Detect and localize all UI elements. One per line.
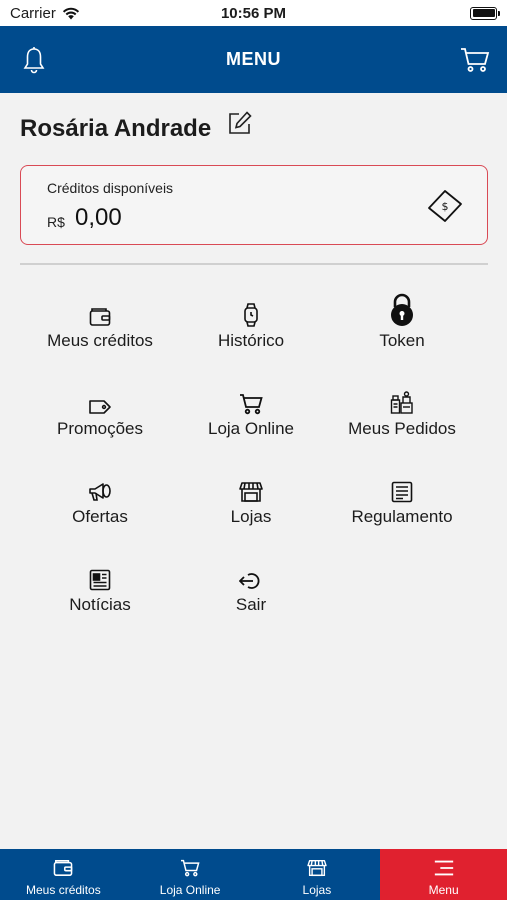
tab-label: Menu <box>428 882 459 897</box>
menu-item-label: Loja Online <box>207 419 294 438</box>
wallet-icon <box>89 308 111 326</box>
credits-label: Créditos disponíveis <box>47 180 174 196</box>
menu-item-label: Histórico <box>217 331 285 350</box>
tab-label: Meus créditos <box>26 882 101 897</box>
carrier-label: Carrier <box>10 4 56 22</box>
user-name: Rosária Andrade <box>20 115 212 142</box>
credits-currency: R$ <box>47 214 65 230</box>
user-row: Rosária Andrade <box>20 111 255 143</box>
status-bar: Carrier 10:56 PM <box>0 0 507 26</box>
menu-item-historico[interactable]: Histórico <box>176 293 326 373</box>
menu-item-promocoes[interactable]: Promoções <box>25 381 175 461</box>
cart-icon <box>181 859 200 876</box>
padlock-icon <box>391 293 413 326</box>
menu-item-label: Token <box>379 331 425 350</box>
tag-icon <box>89 400 111 414</box>
menu-item-lojas[interactable]: Lojas <box>176 469 326 549</box>
wallet-icon <box>54 859 73 876</box>
tab-menu[interactable]: Menu <box>380 849 507 900</box>
menu-item-label: Meus Pedidos <box>348 419 456 438</box>
menu-item-label: Promoções <box>57 419 143 438</box>
tab-lojas[interactable]: Lojas <box>254 849 381 900</box>
divider <box>20 263 488 265</box>
tab-label: Lojas <box>302 882 332 897</box>
edit-profile-button[interactable] <box>225 108 255 138</box>
cart-icon <box>240 394 263 415</box>
menu-item-label: Sair <box>235 595 267 614</box>
tab-label: Loja Online <box>159 882 221 897</box>
menu-item-meus-creditos[interactable]: Meus créditos <box>25 293 175 373</box>
menu-item-regulamento[interactable]: Regulamento <box>327 469 477 549</box>
credits-card[interactable]: Créditos disponíveis R$ 0,00 $ <box>20 165 488 245</box>
products-icon <box>390 391 413 414</box>
logout-icon <box>239 573 260 589</box>
credits-value: 0,00 <box>75 204 122 231</box>
watch-icon <box>244 303 258 327</box>
menu-item-noticias[interactable]: Notícias <box>25 557 175 637</box>
notifications-button[interactable] <box>14 40 54 80</box>
menu-item-label: Ofertas <box>72 507 128 526</box>
edit-icon <box>229 111 252 134</box>
money-icon: $ <box>428 190 462 222</box>
main-content: Rosária Andrade Créditos disponíveis R$ … <box>0 93 507 849</box>
menu-item-label: Lojas <box>230 507 272 526</box>
page-title: MENU <box>226 49 281 69</box>
bell-icon <box>23 47 45 74</box>
store-icon <box>239 482 263 502</box>
menu-item-meus-pedidos[interactable]: Meus Pedidos <box>327 381 477 461</box>
battery-icon <box>470 6 500 20</box>
store-icon <box>307 859 327 876</box>
tab-bar: Meus créditos Loja Online Lojas Menu <box>0 849 507 900</box>
menu-item-sair[interactable]: Sair <box>176 557 326 637</box>
tab-meus-creditos[interactable]: Meus créditos <box>0 849 127 900</box>
menu-icon <box>434 860 453 875</box>
document-icon <box>391 481 413 503</box>
menu-item-ofertas[interactable]: Ofertas <box>25 469 175 549</box>
menu-item-label: Regulamento <box>351 507 453 526</box>
tab-loja-online[interactable]: Loja Online <box>127 849 254 900</box>
cart-icon <box>461 48 490 72</box>
menu-item-loja-online[interactable]: Loja Online <box>176 381 326 461</box>
newspaper-icon <box>89 569 111 591</box>
menu-item-token[interactable]: Token <box>327 293 477 373</box>
menu-item-label: Notícias <box>69 595 131 614</box>
wifi-icon <box>62 7 79 19</box>
app-header: MENU <box>0 26 507 93</box>
cart-button[interactable] <box>455 40 495 80</box>
menu-item-label: Meus créditos <box>47 331 153 350</box>
megaphone-icon <box>89 483 111 501</box>
svg-text:$: $ <box>442 200 449 213</box>
